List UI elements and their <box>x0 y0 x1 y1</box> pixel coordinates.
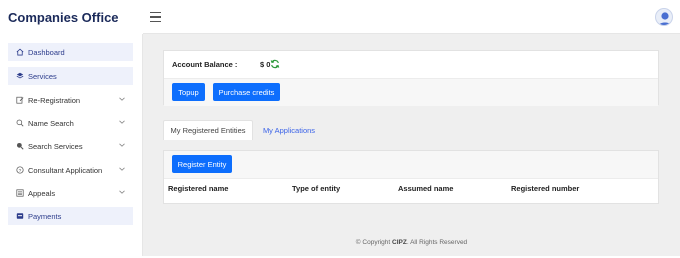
search-filled-icon <box>16 142 24 150</box>
sidebar-item-label: Re-Registration <box>28 96 81 105</box>
sidebar-item-label: Name Search <box>28 119 74 128</box>
account-actions: Topup Purchase credits <box>164 79 658 106</box>
svg-text:?: ? <box>19 168 22 174</box>
refresh-icon[interactable] <box>270 59 280 69</box>
payment-icon <box>16 213 24 219</box>
edit-document-icon <box>16 96 24 104</box>
sidebar-item-name-search[interactable]: Name Search <box>8 114 133 132</box>
footer-suffix: . All Rights Reserved <box>406 239 468 246</box>
hamburger-icon[interactable] <box>150 12 161 23</box>
chevron-down-icon <box>119 167 125 171</box>
table-header: Registered number <box>511 184 580 193</box>
sidebar-item-label: Search Services <box>28 142 83 151</box>
purchase-credits-button[interactable]: Purchase credits <box>213 83 280 101</box>
sidebar-item-search-services[interactable]: Search Services <box>8 137 133 155</box>
sidebar-item-consultant-application[interactable]: ? Consultant Application <box>8 161 133 179</box>
footer-prefix: © Copyright <box>355 239 391 246</box>
brand-title: Companies Office <box>8 10 119 25</box>
top-bar: Companies Office <box>0 0 680 34</box>
sidebar-item-label: Consultant Application <box>28 166 103 175</box>
main-content: Account Balance : $ 0 Topup Purchase cre… <box>143 34 680 256</box>
balance-label: Account Balance : <box>172 60 238 69</box>
question-circle-icon: ? <box>16 166 24 174</box>
topup-button[interactable]: Topup <box>172 83 205 101</box>
chevron-down-icon <box>119 143 125 147</box>
tab-my-registered-entities[interactable]: My Registered Entities <box>163 120 253 140</box>
sidebar: Dashboard Services Re-Registration Name … <box>0 34 143 256</box>
sidebar-item-label: Dashboard <box>28 48 65 57</box>
list-icon <box>16 189 24 197</box>
brand-area: Companies Office <box>0 0 143 34</box>
footer-company: CIPZ <box>392 239 407 246</box>
entities-card: Register Entity Registered name Type of … <box>163 150 659 204</box>
home-icon <box>16 48 24 56</box>
entities-toolbar: Register Entity <box>164 151 658 179</box>
table-header: Assumed name <box>398 184 454 193</box>
layers-icon <box>16 72 24 79</box>
balance-value: $ 0 <box>260 60 271 69</box>
chevron-down-icon <box>119 120 125 124</box>
sidebar-item-payments[interactable]: Payments <box>8 207 133 225</box>
user-avatar-icon[interactable] <box>655 8 673 26</box>
account-card: Account Balance : $ 0 Topup Purchase cre… <box>163 50 659 106</box>
sidebar-item-appeals[interactable]: Appeals <box>8 184 133 202</box>
chevron-down-icon <box>119 190 125 194</box>
table-header: Registered name <box>168 184 229 193</box>
sidebar-item-dashboard[interactable]: Dashboard <box>8 43 133 61</box>
balance-row: Account Balance : $ 0 <box>164 51 658 79</box>
chevron-down-icon <box>119 97 125 101</box>
sidebar-item-label: Appeals <box>28 189 56 198</box>
search-icon <box>16 119 24 127</box>
sidebar-item-label: Services <box>28 72 57 81</box>
footer: © Copyright CIPZ. All Rights Reserved <box>143 239 680 246</box>
tab-my-applications[interactable]: My Applications <box>257 120 321 140</box>
sidebar-item-re-registration[interactable]: Re-Registration <box>8 91 133 109</box>
sidebar-item-label: Payments <box>28 212 62 221</box>
table-header: Type of entity <box>292 184 341 193</box>
sidebar-item-services[interactable]: Services <box>8 67 133 85</box>
register-entity-button[interactable]: Register Entity <box>172 155 232 173</box>
